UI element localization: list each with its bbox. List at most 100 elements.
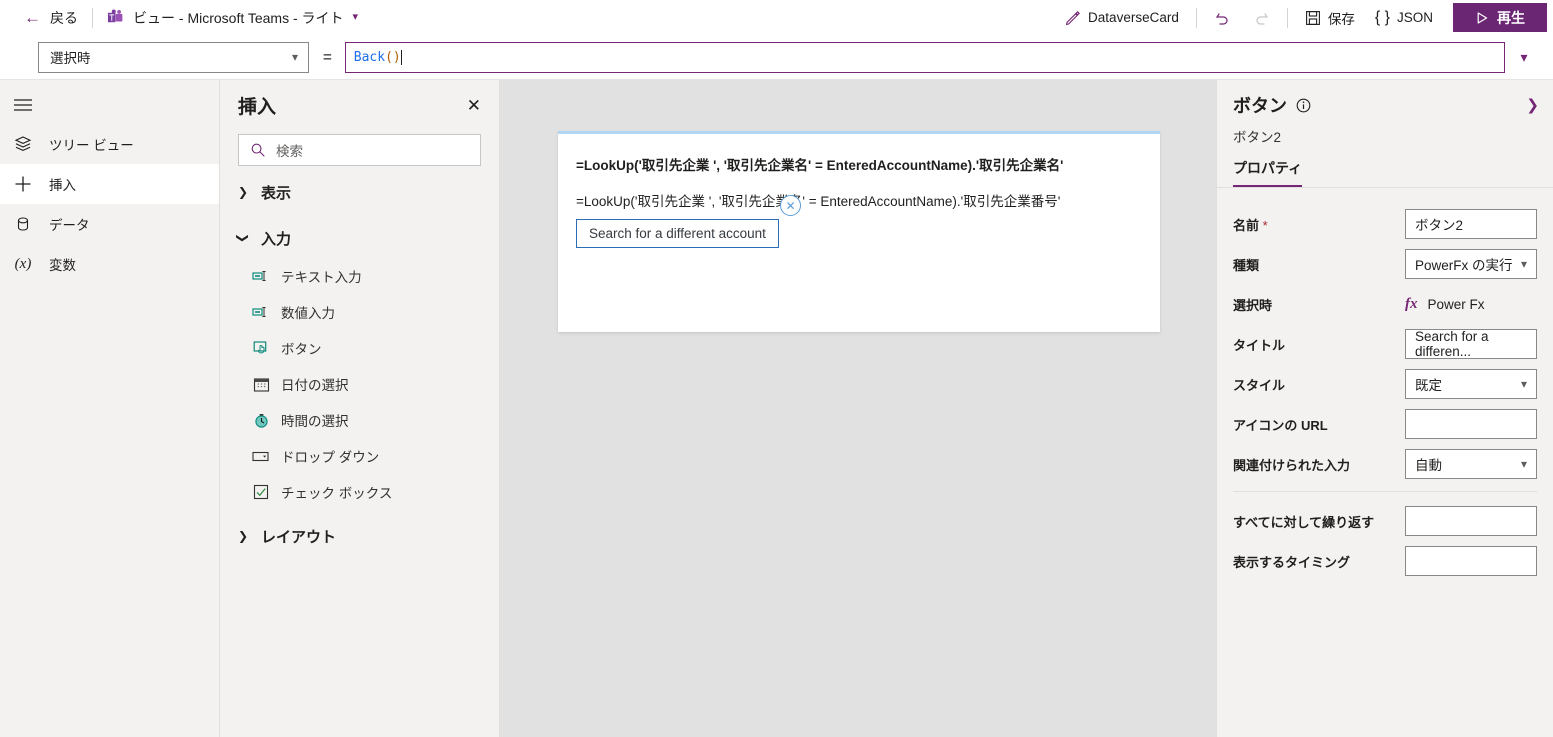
chevron-down-icon: ▾	[1520, 257, 1527, 271]
hamburger-button[interactable]	[0, 86, 219, 124]
card-text-line-2: =LookUp('取引先企業 ', '取引先企業名' = EnteredAcco…	[576, 193, 1061, 209]
properties-header: ボタン ❯	[1217, 80, 1553, 118]
play-button[interactable]: 再生	[1453, 3, 1547, 32]
pencil-icon	[1065, 10, 1081, 25]
properties-tabs: プロパティ	[1217, 158, 1553, 188]
sidebar-item-insert[interactable]: 挿入	[0, 164, 219, 204]
icon-url-field[interactable]	[1405, 409, 1537, 439]
visible-when-field[interactable]	[1405, 546, 1537, 576]
undo-icon	[1215, 12, 1228, 25]
canvas[interactable]: =LookUp('取引先企業 ', '取引先企業名' = EnteredAcco…	[500, 80, 1216, 737]
property-row-style: スタイル 既定 ▾	[1233, 364, 1537, 404]
equals-sign: =	[323, 48, 332, 66]
delete-element-icon[interactable]: ✕	[780, 195, 801, 216]
insert-item-label: チェック ボックス	[281, 486, 393, 501]
formula-parens: ()	[385, 49, 401, 65]
text-input-icon	[252, 267, 270, 285]
property-label: スタイル	[1233, 377, 1286, 393]
style-select[interactable]: 既定 ▾	[1405, 369, 1537, 399]
insert-group-layout[interactable]: ❯ レイアウト	[238, 516, 481, 556]
property-label: 関連付けられた入力	[1233, 457, 1351, 473]
chevron-down-icon: ▾	[352, 11, 359, 23]
chevron-right-icon: ❯	[237, 529, 249, 543]
app-root: ← 戻る ビュー - Microsoft Teams - ライト ▾ Datav…	[0, 0, 1553, 737]
insert-item-label: 数値入力	[281, 306, 335, 321]
required-marker: *	[1259, 217, 1268, 233]
insert-item-date-picker[interactable]: 日付の選択	[238, 366, 481, 402]
json-button[interactable]: { } JSON	[1365, 0, 1443, 35]
title-field[interactable]: Search for a differen...	[1405, 329, 1537, 359]
style-select-value: 既定	[1415, 378, 1442, 393]
insert-item-checkbox[interactable]: チェック ボックス	[238, 474, 481, 510]
body: ツリー ビュー 挿入 データ (x) 変数 挿入 ✕ 検索 ❯ 表示 ❯ 入力 …	[0, 80, 1553, 737]
sidebar-item-tree-view[interactable]: ツリー ビュー	[0, 124, 219, 164]
database-icon	[13, 215, 33, 233]
repeat-for-all-field[interactable]	[1405, 506, 1537, 536]
tab-properties[interactable]: プロパティ	[1233, 158, 1303, 187]
property-label: 種類	[1233, 257, 1260, 273]
sidebar-item-variables[interactable]: (x) 変数	[0, 244, 219, 284]
play-icon	[1477, 11, 1488, 24]
chevron-down-icon: ❯	[236, 232, 250, 244]
property-label: アイコンの URL	[1233, 417, 1328, 433]
formula-expand-button[interactable]: ▾	[1505, 49, 1543, 66]
card-preview: =LookUp('取引先企業 ', '取引先企業名' = EnteredAcco…	[558, 131, 1160, 332]
sidebar-item-data[interactable]: データ	[0, 204, 219, 244]
property-row-repeat-for-all: すべてに対して繰り返す	[1233, 501, 1537, 541]
type-select[interactable]: PowerFx の実行 ▾	[1405, 249, 1537, 279]
onselect-value: Power Fx	[1427, 296, 1485, 312]
card-search-button[interactable]: Search for a different account	[576, 219, 779, 248]
name-field[interactable]: ボタン2	[1405, 209, 1537, 239]
checkbox-icon	[252, 483, 270, 501]
insert-group-label: 入力	[261, 230, 292, 248]
insert-item-time-picker[interactable]: 時間の選択	[238, 402, 481, 438]
play-label: 再生	[1497, 9, 1525, 26]
property-row-visible-when: 表示するタイミング	[1233, 541, 1537, 581]
calendar-icon	[252, 375, 270, 393]
type-select-value: PowerFx の実行	[1415, 258, 1513, 273]
associated-input-select[interactable]: 自動 ▾	[1405, 449, 1537, 479]
sidebar-item-label: 挿入	[49, 178, 76, 193]
redo-button[interactable]	[1242, 0, 1280, 35]
insert-item-button[interactable]: ボタン	[238, 330, 481, 366]
left-rail: ツリー ビュー 挿入 データ (x) 変数	[0, 80, 220, 737]
property-label: 選択時	[1233, 297, 1273, 313]
insert-item-text-input[interactable]: テキスト入力	[238, 258, 481, 294]
search-input[interactable]: 検索	[238, 134, 481, 166]
formula-input[interactable]: Back()	[344, 41, 1505, 73]
property-selector[interactable]: 選択時 ▾	[38, 41, 309, 73]
chevron-down-icon: ▾	[291, 50, 298, 64]
sidebar-item-label: データ	[49, 218, 90, 233]
properties-rows: 名前 * ボタン2 種類 PowerFx の実行 ▾ 選択時 fx Power …	[1217, 188, 1553, 581]
properties-divider	[1233, 491, 1537, 492]
insert-panel-header: 挿入 ✕	[238, 80, 481, 119]
card-name-button[interactable]: DataverseCard	[1055, 0, 1189, 35]
search-icon	[251, 143, 265, 157]
property-row-onselect: 選択時 fx Power Fx	[1233, 284, 1537, 324]
property-selector-value: 選択時	[50, 51, 91, 66]
insert-group-input[interactable]: ❯ 入力	[236, 218, 481, 258]
back-button-label: 戻る	[50, 9, 78, 26]
back-button[interactable]: ← 戻る	[24, 8, 78, 28]
insert-group-display[interactable]: ❯ 表示	[238, 172, 481, 212]
hamburger-icon	[14, 99, 32, 111]
app-title-dropdown[interactable]: ビュー - Microsoft Teams - ライト ▾	[107, 8, 358, 28]
info-icon[interactable]	[1296, 98, 1311, 113]
fx-icon: fx	[1405, 295, 1418, 312]
save-button[interactable]: 保存	[1295, 0, 1365, 35]
card-text-line-1: =LookUp('取引先企業 ', '取引先企業名' = EnteredAcco…	[576, 158, 1064, 173]
chevron-right-icon: ❯	[237, 185, 249, 199]
onselect-powerfx-button[interactable]: fx Power Fx	[1405, 296, 1537, 313]
insert-panel-title: 挿入	[238, 97, 277, 118]
insert-item-dropdown[interactable]: ドロップ ダウン	[238, 438, 481, 474]
insert-item-label: ボタン	[281, 342, 322, 357]
close-icon[interactable]: ✕	[467, 97, 481, 114]
property-row-type: 種類 PowerFx の実行 ▾	[1233, 244, 1537, 284]
insert-item-number-input[interactable]: 数値入力	[238, 294, 481, 330]
insert-group-label: レイアウト	[261, 528, 337, 546]
panel-expand-icon[interactable]: ❯	[1526, 96, 1539, 114]
microsoft-teams-icon	[107, 9, 123, 23]
formula-bar: 選択時 ▾ = Back() ▾	[0, 35, 1553, 80]
sidebar-item-label: 変数	[49, 258, 76, 273]
undo-button[interactable]	[1204, 0, 1242, 35]
